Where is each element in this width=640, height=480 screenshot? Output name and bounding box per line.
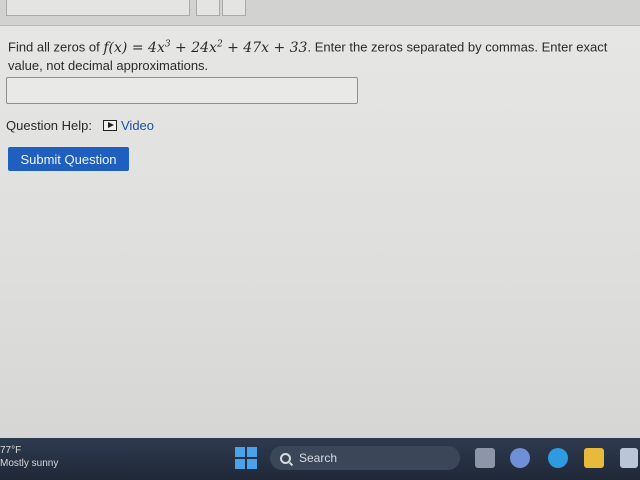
question-help: Question Help: Video xyxy=(6,117,154,133)
chat-icon[interactable] xyxy=(510,448,530,468)
question-text: Find all zeros of f(x) = 4x3 + 24x2 + 47… xyxy=(8,36,628,74)
weather-condition: Mostly sunny xyxy=(0,458,59,469)
submit-question-button[interactable]: Submit Question xyxy=(8,147,129,171)
video-link-label: Video xyxy=(121,117,155,133)
function-name: f(x) xyxy=(103,39,128,56)
previous-question-button[interactable] xyxy=(196,0,220,16)
taskbar: 77°F Mostly sunny Search xyxy=(0,438,640,480)
question-help-label: Question Help: xyxy=(6,117,92,133)
video-link[interactable]: Video xyxy=(103,118,154,133)
question-tab[interactable] xyxy=(6,0,190,16)
store-icon[interactable] xyxy=(620,448,638,468)
windows-start-icon[interactable] xyxy=(235,447,257,469)
search-icon xyxy=(280,452,291,464)
question-prefix: Find all zeros of xyxy=(8,39,104,55)
taskbar-search[interactable]: Search xyxy=(270,446,460,470)
question-tab-strip xyxy=(0,0,640,26)
edge-browser-icon[interactable] xyxy=(548,448,568,468)
plus-sign: + xyxy=(170,39,192,56)
answer-input[interactable] xyxy=(6,77,358,104)
task-view-icon[interactable] xyxy=(475,448,495,468)
temperature: 77°F xyxy=(0,445,22,456)
file-explorer-icon[interactable] xyxy=(584,448,604,468)
play-video-icon xyxy=(103,119,117,131)
linear-constant-terms: + 47x + 33 xyxy=(222,39,308,56)
search-label: Search xyxy=(299,451,338,465)
equals-sign: = xyxy=(127,39,149,56)
question-panel: Find all zeros of f(x) = 4x3 + 24x2 + 47… xyxy=(0,26,640,438)
weather-widget[interactable]: 77°F Mostly sunny xyxy=(0,444,58,470)
quadratic-term: 24x xyxy=(191,39,217,56)
next-question-button[interactable] xyxy=(222,0,246,16)
cubic-term: 4x xyxy=(148,39,165,56)
function-expression: f(x) = 4x3 + 24x2 + 47x + 33 xyxy=(103,39,308,56)
